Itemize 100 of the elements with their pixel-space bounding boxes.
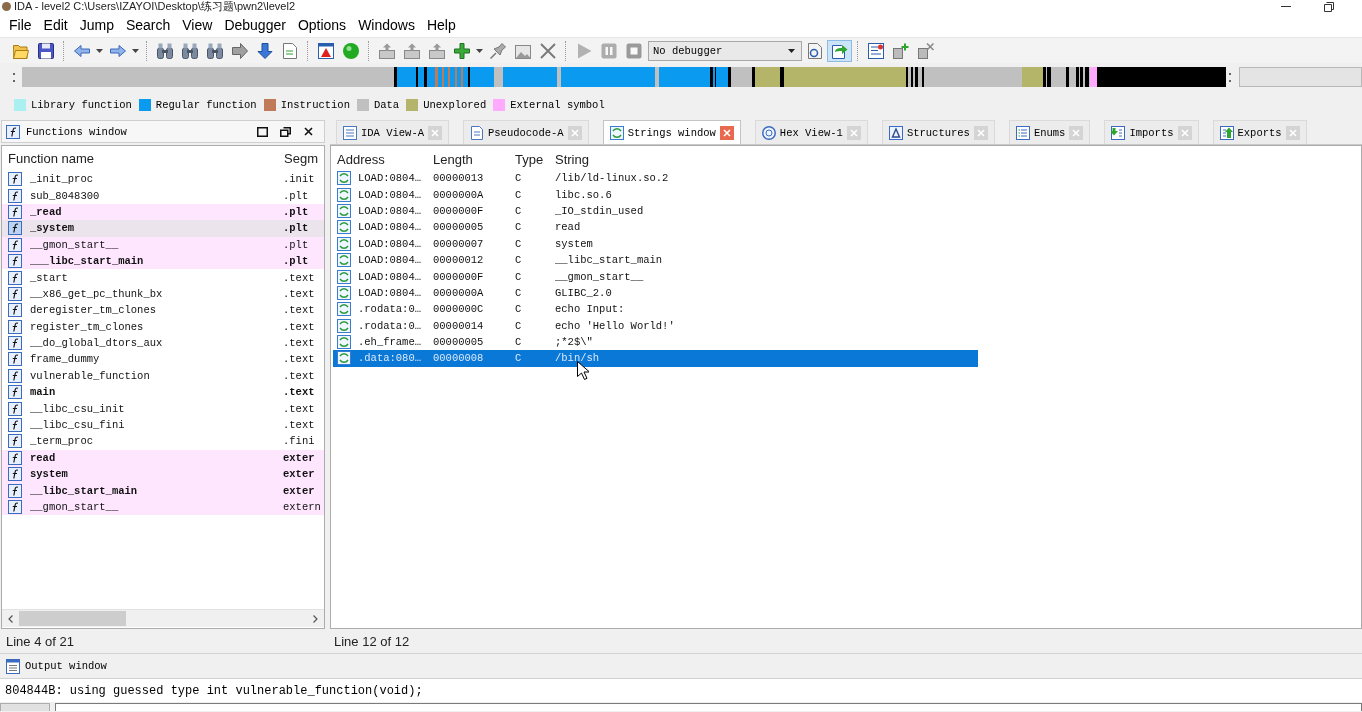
function-row[interactable]: __libc_start_main exter — [2, 482, 324, 499]
caret-icon — [132, 48, 139, 53]
menu-item[interactable]: File — [3, 15, 38, 35]
string-row[interactable]: LOAD:0804… 00000007 C system — [333, 235, 978, 252]
menu-item[interactable]: Windows — [352, 15, 421, 35]
menu-item[interactable]: Search — [119, 15, 177, 35]
function-row[interactable]: system exter — [2, 466, 324, 483]
command-field[interactable] — [55, 703, 1362, 711]
address-text: .rodata:0… — [358, 303, 421, 316]
wave-tile-icon — [337, 269, 351, 284]
debugger-select[interactable]: No debugger — [648, 40, 802, 61]
menu-item[interactable]: Jump — [73, 15, 120, 35]
function-row[interactable]: __x86_get_pc_thunk_bx .text — [2, 285, 324, 303]
wave-tile-icon — [337, 203, 351, 218]
type-text: C — [514, 237, 523, 250]
function-row[interactable]: __libc_csu_init .text — [2, 400, 324, 417]
string-row[interactable]: LOAD:0804… 00000013 C /lib/ld-linux.so.2 — [333, 170, 978, 187]
string-row[interactable]: LOAD:0804… 0000000A C GLIBC_2.0 — [333, 284, 978, 302]
function-row[interactable]: register_tm_clones .text — [2, 318, 324, 335]
function-icon — [6, 124, 20, 139]
function-row[interactable]: read exter — [2, 449, 324, 467]
string-row[interactable]: LOAD:0804… 0000000A C libc.so.6 — [333, 186, 978, 203]
string-text: echo Input: — [554, 303, 626, 316]
function-name: read — [30, 450, 57, 465]
segment-name: .plt — [283, 254, 310, 269]
right-arrow-icon — [231, 42, 248, 59]
menu-item[interactable]: Debugger — [218, 15, 292, 35]
string-row[interactable]: LOAD:0804… 0000000F C _IO_stdin_used — [333, 202, 978, 220]
column-header[interactable]: String — [550, 151, 978, 167]
length-text: 0000000A — [432, 188, 485, 201]
function-name: __do_global_dtors_aux — [30, 336, 164, 351]
string-row[interactable]: LOAD:0804… 0000000F C __gmon_start__ — [333, 268, 978, 285]
ring-icon — [761, 125, 776, 140]
triangle-tile-icon — [888, 125, 903, 140]
function-row[interactable]: __do_global_dtors_aux .text — [2, 334, 324, 352]
address-text: LOAD:0804… — [358, 172, 421, 185]
status-text: Line 12 of 12 — [333, 633, 411, 649]
string-row[interactable]: .eh_frame… 00000005 C ;*2$\" — [333, 333, 978, 351]
tab[interactable]: IDA View-A — [336, 120, 449, 144]
function-icon — [8, 303, 22, 318]
address-text: LOAD:0804… — [358, 270, 421, 283]
address-text: LOAD:0804… — [358, 221, 421, 234]
column-header[interactable]: Function name — [2, 150, 284, 166]
function-row[interactable]: main .text — [2, 384, 324, 401]
scrollbar-thumb[interactable] — [19, 611, 126, 626]
status-text: Line 4 of 21 — [5, 633, 75, 649]
navigation-band-drawing[interactable] — [22, 67, 1226, 87]
menu-item[interactable]: Help — [420, 15, 462, 35]
menu-item[interactable]: View — [176, 15, 219, 35]
tab[interactable]: Imports — [1104, 120, 1199, 144]
function-row[interactable]: deregister_tm_clones .text — [2, 302, 324, 319]
column-header[interactable]: Address — [333, 151, 428, 167]
tab[interactable]: Strings window — [602, 120, 741, 144]
type-text: C — [514, 254, 523, 267]
string-row[interactable]: .rodata:0… 0000000C C echo Input: — [333, 301, 978, 318]
legend-label: Data — [373, 99, 400, 111]
function-row[interactable]: _system .plt — [2, 220, 324, 237]
string-row[interactable]: LOAD:0804… 00000012 C __libc_start_main — [333, 251, 978, 269]
function-icon — [8, 237, 22, 252]
string-text: echo 'Hello World!' — [554, 319, 676, 332]
tab[interactable]: Hex View-1 — [754, 120, 868, 144]
folder-icon — [12, 42, 29, 59]
tab[interactable]: Enums — [1008, 120, 1091, 144]
function-row[interactable]: _start .text — [2, 269, 324, 286]
string-text: __gmon_start__ — [554, 270, 645, 283]
function-row[interactable]: vulnerable_function .text — [2, 367, 324, 385]
toolbar-button[interactable] — [827, 39, 852, 62]
menu-item[interactable]: Options — [291, 15, 353, 35]
function-name: ___libc_start_main — [30, 254, 145, 269]
function-row[interactable]: _read .plt — [2, 203, 324, 221]
column-header[interactable]: Segm — [284, 150, 324, 166]
tab[interactable]: Structures — [881, 120, 995, 144]
length-text: 0000000A — [432, 286, 485, 299]
binoculars-icon — [181, 42, 198, 59]
function-icon — [8, 254, 22, 269]
function-name: __libc_csu_fini — [30, 418, 126, 433]
close-icon — [304, 127, 313, 136]
close-icon[interactable] — [719, 125, 734, 140]
pin-icon — [489, 42, 506, 59]
column-header[interactable]: Type — [510, 151, 550, 167]
wave-tile-icon — [337, 171, 351, 186]
function-row[interactable]: _term_proc .fini — [2, 433, 324, 450]
column-header[interactable]: Length — [428, 151, 510, 167]
function-row[interactable]: frame_dummy .text — [2, 351, 324, 368]
string-row[interactable]: LOAD:0804… 00000005 C read — [333, 219, 978, 236]
box-arrow-icon — [428, 42, 445, 59]
menu-item[interactable]: Edit — [37, 15, 74, 35]
tab[interactable]: Exports — [1212, 120, 1307, 144]
string-row[interactable]: .rodata:0… 00000014 C echo 'Hello World!' — [333, 317, 978, 334]
function-row[interactable]: _init_proc .init — [2, 171, 324, 188]
tab[interactable]: Pseudocode-A — [463, 120, 589, 144]
document-lines-icon — [343, 125, 357, 140]
function-row[interactable]: sub_8048300 .plt — [2, 187, 324, 204]
segment-name: exter — [283, 467, 316, 482]
input-field[interactable] — [1239, 67, 1362, 87]
type-text: C — [514, 188, 523, 201]
function-row[interactable]: __libc_csu_fini .text — [2, 416, 324, 434]
string-row[interactable]: .data:080… 00000008 C /bin/sh — [333, 350, 978, 367]
address-text: LOAD:0804… — [358, 204, 421, 217]
scrollbar[interactable] — [2, 609, 324, 627]
